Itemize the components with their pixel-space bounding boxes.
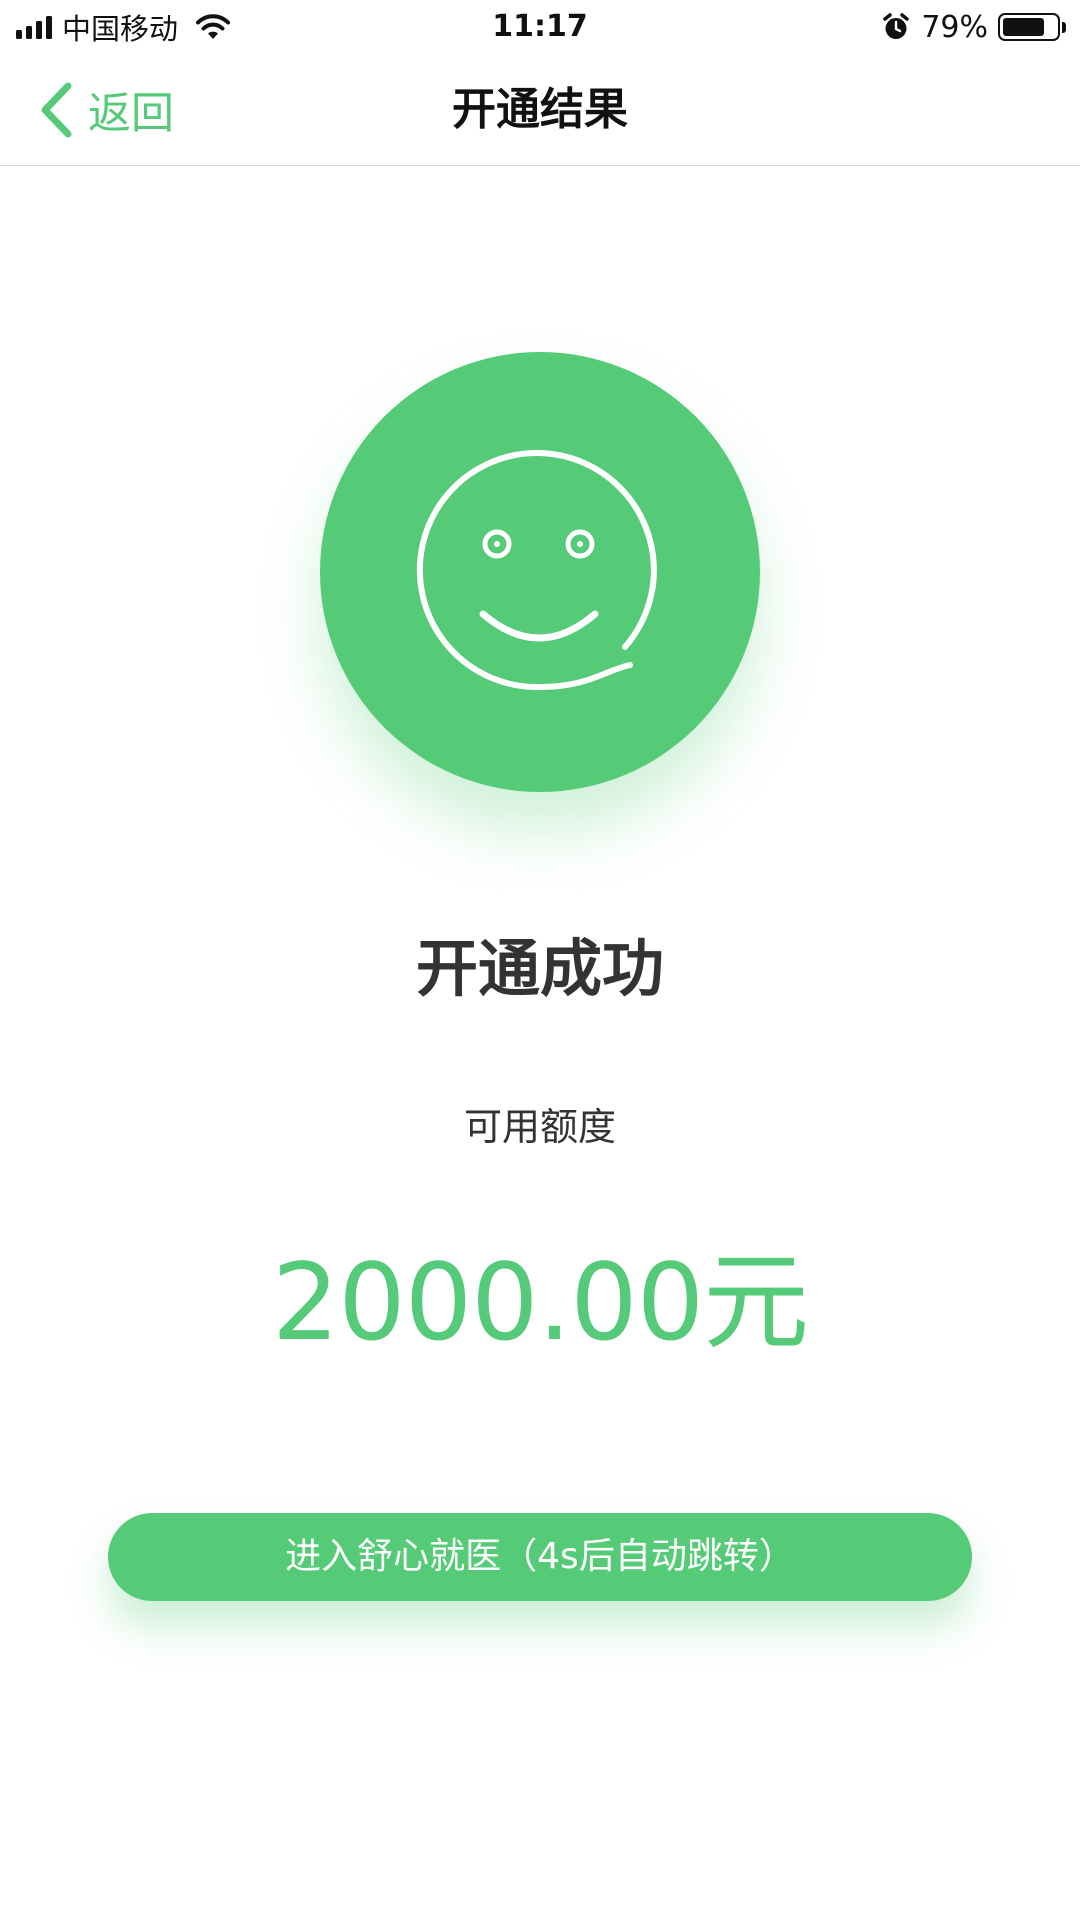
chevron-left-icon — [41, 82, 72, 138]
status-left: 中国移动 — [16, 0, 232, 54]
battery-level — [1003, 18, 1045, 36]
carrier-name: 中国移动 — [62, 12, 179, 46]
enter-app-button[interactable]: 进入舒心就医（4s后自动跳转） — [108, 1513, 972, 1601]
success-badge — [320, 352, 760, 792]
status-right: 79% — [881, 0, 1066, 54]
battery-percent: 79% — [921, 9, 988, 45]
status-bar: 中国移动 11:17 79% — [0, 0, 1080, 54]
signal-icon — [16, 15, 52, 39]
alarm-icon — [883, 13, 910, 39]
back-button[interactable]: 返回 — [36, 78, 174, 142]
wifi-icon — [196, 14, 231, 39]
back-label: 返回 — [88, 89, 174, 139]
battery-icon — [998, 13, 1066, 41]
result-title: 开通成功 — [415, 932, 664, 1005]
nav-bar: 返回 开通结果 — [0, 54, 1080, 166]
quota-label: 可用额度 — [463, 1105, 616, 1149]
smile-icon — [416, 450, 657, 691]
quota-amount: 2000.00元 — [271, 1241, 809, 1364]
